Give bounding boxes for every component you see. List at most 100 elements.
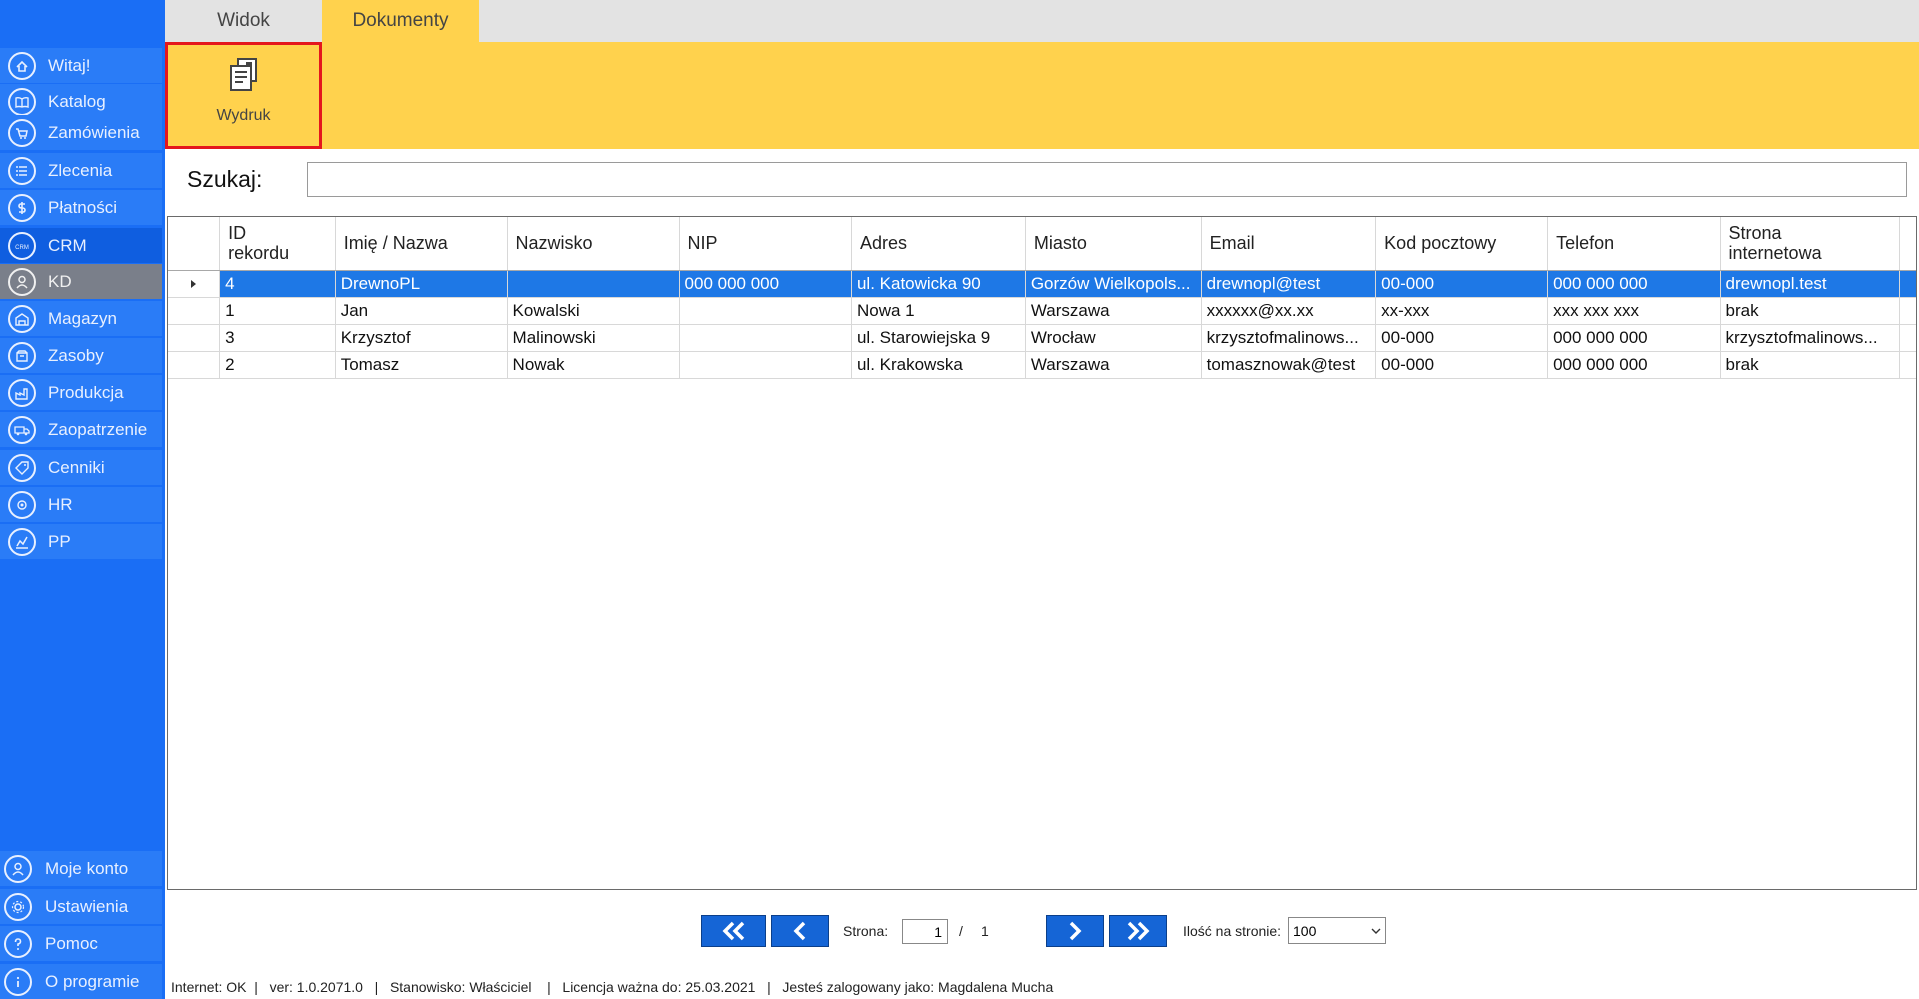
table-cell[interactable]: 000 000 000 — [679, 270, 852, 298]
table-cell[interactable]: ul. Krakowska — [851, 351, 1026, 379]
table-cell[interactable]: krzysztofmalinows... — [1720, 324, 1901, 352]
tab-dokumenty[interactable]: Dokumenty — [322, 0, 479, 42]
table-cell[interactable] — [679, 351, 852, 379]
double-chevron-left-icon — [722, 921, 744, 941]
page-separator: / — [959, 923, 963, 939]
table-cell[interactable]: Kowalski — [507, 297, 680, 325]
table-cell[interactable]: 00-000 — [1375, 270, 1549, 298]
sidebar-item-witaj[interactable]: Witaj! — [0, 48, 162, 83]
factory-icon — [8, 378, 36, 407]
table-cell[interactable]: 2 — [219, 351, 336, 379]
sidebar-item-zasoby[interactable]: Zasoby — [0, 338, 162, 373]
status-bar: Internet: OK | ver: 1.0.2071.0 | Stanowi… — [171, 979, 1054, 995]
table-cell[interactable]: 000 000 000 — [1547, 324, 1721, 352]
next-page-button[interactable] — [1046, 915, 1104, 947]
table-cell[interactable]: Gorzów Wielkopols... — [1025, 270, 1202, 298]
column-header[interactable]: Miasto — [1025, 217, 1202, 271]
table-cell[interactable]: tomasznowak@test — [1201, 351, 1377, 379]
row-header[interactable] — [168, 351, 221, 379]
sidebar-item-zamówienia[interactable]: Zamówienia — [0, 115, 162, 150]
list-icon — [8, 156, 36, 185]
column-header[interactable]: ID rekordu — [219, 217, 336, 271]
table-cell[interactable]: drewnopl@test — [1201, 270, 1377, 298]
sidebar-item-pp[interactable]: PP — [0, 524, 162, 559]
table-cell[interactable]: 00-000 — [1375, 351, 1549, 379]
sidebar-item-płatności[interactable]: Płatności — [0, 190, 162, 225]
table-cell[interactable]: drewnopl.test — [1720, 270, 1901, 298]
table-cell[interactable]: Wrocław — [1025, 324, 1202, 352]
table-cell[interactable] — [507, 270, 680, 298]
table-row[interactable]: 1 Jan Kowalski Nowa 1 Warszawa xxxxxx@xx.xx xx… — [168, 297, 1916, 325]
search-input[interactable] — [307, 162, 1907, 197]
sidebar-item-label: PP — [48, 531, 71, 551]
column-header[interactable]: Telefon — [1547, 217, 1721, 271]
sidebar-item-cenniki[interactable]: Cenniki — [0, 450, 162, 485]
row-header[interactable] — [168, 324, 221, 352]
table-cell-filler — [1899, 324, 1916, 352]
tag-icon — [8, 453, 36, 482]
sidebar-item-label: Zamówienia — [48, 122, 140, 142]
table-cell[interactable]: krzysztofmalinows... — [1201, 324, 1377, 352]
table-cell[interactable]: xxxxxx@xx.xx — [1201, 297, 1377, 325]
table-row[interactable]: 4 DrewnoPL 000 000 000 ul. Katowicka 90 Gorz… — [168, 270, 1916, 298]
table-cell[interactable]: 000 000 000 — [1547, 351, 1721, 379]
table-cell[interactable]: ul. Starowiejska 9 — [851, 324, 1026, 352]
sidebar-item-zaopatrzenie[interactable]: Zaopatrzenie — [0, 412, 162, 447]
table-cell[interactable]: Nowak — [507, 351, 680, 379]
table-cell[interactable]: Tomasz — [335, 351, 508, 379]
sidebar-item-produkcja[interactable]: Produkcja — [0, 375, 162, 410]
column-header[interactable]: Adres — [851, 217, 1026, 271]
table-cell[interactable]: 3 — [219, 324, 336, 352]
row-header[interactable] — [168, 297, 221, 325]
tab-widok[interactable]: Widok — [165, 0, 322, 42]
table-cell[interactable] — [679, 324, 852, 352]
table-cell[interactable]: xx-xxx — [1375, 297, 1549, 325]
table-cell[interactable]: Krzysztof — [335, 324, 508, 352]
table-cell[interactable]: Malinowski — [507, 324, 680, 352]
previous-page-button[interactable] — [771, 915, 829, 947]
table-cell[interactable]: 1 — [219, 297, 336, 325]
table-cell[interactable] — [679, 297, 852, 325]
table-cell[interactable]: 4 — [219, 270, 336, 298]
column-header[interactable]: Imię / Nazwa — [335, 217, 508, 271]
table-cell[interactable]: Jan — [335, 297, 508, 325]
print-button[interactable]: Wydruk — [165, 42, 322, 149]
last-page-button[interactable] — [1109, 915, 1167, 947]
truck-icon — [8, 415, 36, 444]
sidebar-item-o-programie[interactable]: O programie — [0, 964, 162, 999]
sidebar-item-label: CRM — [48, 235, 87, 255]
sidebar-item-hr[interactable]: HR — [0, 487, 162, 522]
column-header[interactable]: Email — [1201, 217, 1377, 271]
page-size-select[interactable]: 100 — [1288, 917, 1386, 944]
table-row[interactable]: 3 Krzysztof Malinowski ul. Starowiejska 9 Wr… — [168, 324, 1916, 352]
sidebar-item-zlecenia[interactable]: Zlecenia — [0, 153, 162, 188]
page-number-input[interactable] — [902, 919, 948, 944]
table-cell[interactable]: Nowa 1 — [851, 297, 1026, 325]
sidebar-item-moje-konto[interactable]: Moje konto — [0, 851, 162, 886]
table-cell[interactable]: 00-000 — [1375, 324, 1549, 352]
table-cell[interactable]: Warszawa — [1025, 351, 1202, 379]
sidebar-item-pomoc[interactable]: Pomoc — [0, 926, 162, 961]
table-cell[interactable]: brak — [1720, 297, 1901, 325]
table-cell[interactable]: xxx xxx xxx — [1547, 297, 1721, 325]
table-cell[interactable]: ul. Katowicka 90 — [851, 270, 1026, 298]
sidebar-item-label: Produkcja — [48, 382, 124, 402]
table-cell[interactable]: 000 000 000 — [1547, 270, 1721, 298]
sidebar-item-crm[interactable]: CRM CRM — [0, 228, 162, 263]
table-row[interactable]: 2 Tomasz Nowak ul. Krakowska Warszawa tomaszn… — [168, 351, 1916, 379]
sidebar-item-magazyn[interactable]: Magazyn — [0, 301, 162, 336]
column-header[interactable]: NIP — [679, 217, 852, 271]
sidebar-item-ustawienia[interactable]: Ustawienia — [0, 889, 162, 924]
app-window: Witaj! Katalog Zamówienia Zlecenia Płatności… — [0, 0, 1919, 999]
column-header[interactable]: Strona internetowa — [1720, 217, 1901, 271]
table-cell[interactable]: brak — [1720, 351, 1901, 379]
search-label: Szukaj: — [187, 166, 263, 192]
column-header[interactable]: Kod pocztowy — [1375, 217, 1549, 271]
sidebar-item-katalog[interactable]: Katalog — [0, 84, 162, 119]
sidebar-item-kd[interactable]: KD — [0, 264, 162, 299]
table-cell[interactable]: DrewnoPL — [335, 270, 508, 298]
table-cell[interactable]: Warszawa — [1025, 297, 1202, 325]
row-header[interactable] — [168, 270, 221, 298]
column-header[interactable]: Nazwisko — [507, 217, 680, 271]
first-page-button[interactable] — [701, 915, 766, 947]
